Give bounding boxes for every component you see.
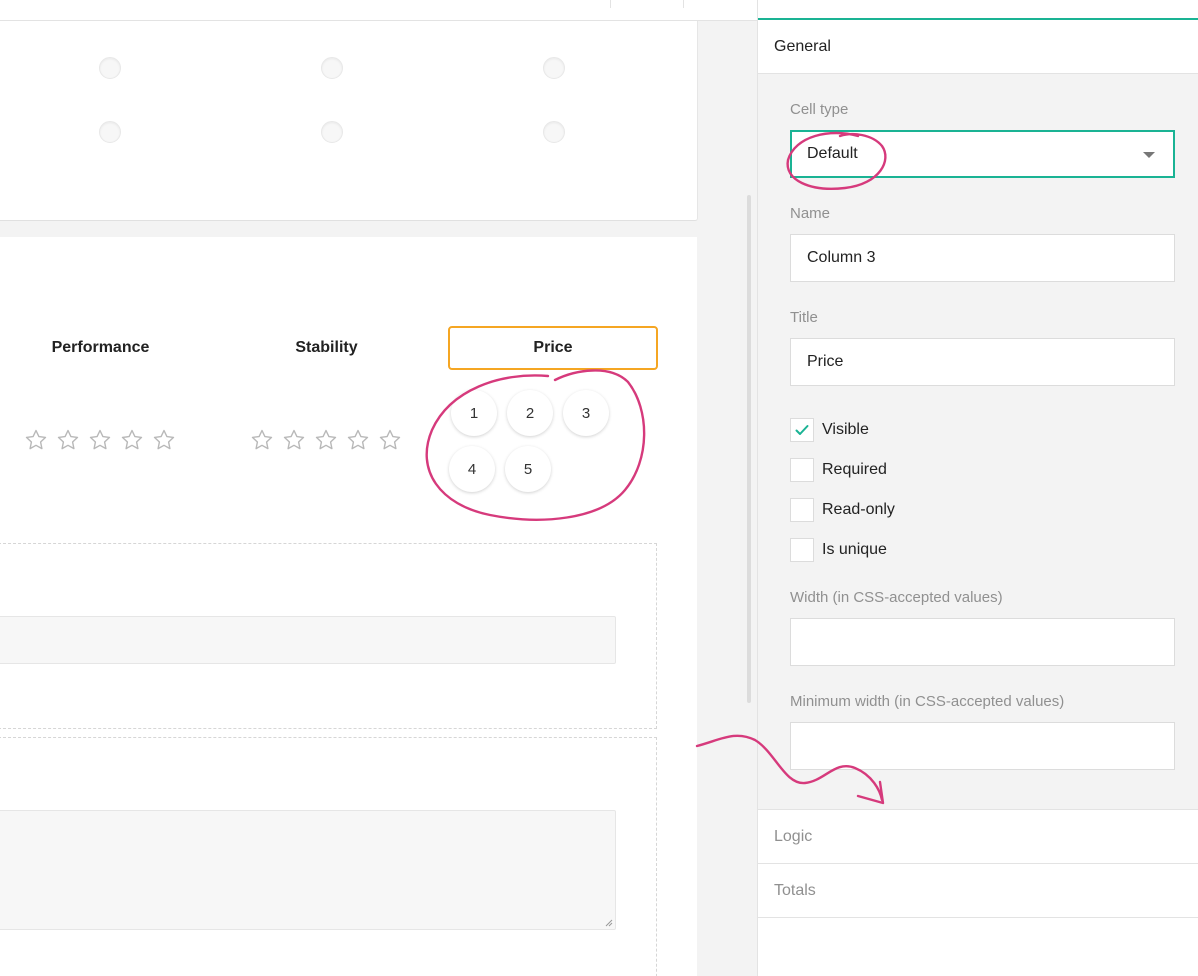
rating-item-2[interactable]: 2 — [507, 390, 553, 436]
chevron-down-icon[interactable] — [1143, 152, 1155, 158]
matrix-radio[interactable] — [321, 121, 343, 143]
visible-checkbox-row[interactable]: Visible — [790, 418, 869, 442]
section-totals-header[interactable]: Totals — [758, 864, 1198, 918]
width-label: Width (in CSS-accepted values) — [790, 589, 1003, 606]
star-icon[interactable] — [250, 428, 274, 452]
rating-item-4[interactable]: 4 — [449, 446, 495, 492]
check-icon — [795, 425, 809, 435]
section-general-title: General — [774, 37, 831, 55]
title-input[interactable]: Price — [790, 338, 1175, 386]
star-icon[interactable] — [56, 428, 80, 452]
cell-type-label: Cell type — [790, 101, 849, 118]
rating-item-1[interactable]: 1 — [451, 390, 497, 436]
toolbar-separator — [610, 0, 611, 8]
column-header-price-selected[interactable]: Price — [448, 326, 658, 370]
star-icon[interactable] — [88, 428, 112, 452]
rating-stars-performance — [24, 428, 176, 452]
text-question-input[interactable] — [0, 616, 616, 664]
required-label: Required — [822, 461, 887, 478]
column-header-performance[interactable]: Performance — [0, 326, 201, 370]
cell-type-dropdown[interactable]: Default — [790, 130, 1175, 178]
matrix-radio[interactable] — [321, 57, 343, 79]
rating-stars-stability — [250, 428, 402, 452]
read-only-checkbox-row[interactable]: Read-only — [790, 498, 895, 522]
matrix-radio[interactable] — [99, 57, 121, 79]
rating-item-5[interactable]: 5 — [505, 446, 551, 492]
visible-label: Visible — [822, 421, 869, 438]
width-input[interactable] — [790, 618, 1175, 666]
title-value: Price — [807, 353, 844, 370]
column-header-stability[interactable]: Stability — [226, 326, 427, 370]
is-unique-label: Is unique — [822, 541, 887, 558]
title-label: Title — [790, 309, 818, 326]
star-icon[interactable] — [314, 428, 338, 452]
visible-checkbox[interactable] — [790, 418, 814, 442]
required-checkbox[interactable] — [790, 458, 814, 482]
resize-handle-icon[interactable] — [605, 919, 613, 927]
min-width-input[interactable] — [790, 722, 1175, 770]
star-icon[interactable] — [120, 428, 144, 452]
property-grid-panel: General Cell type Default Name Column 3 … — [757, 0, 1198, 976]
name-input[interactable]: Column 3 — [790, 234, 1175, 282]
star-icon[interactable] — [282, 428, 306, 452]
toolbar-separator — [683, 0, 684, 8]
star-icon[interactable] — [152, 428, 176, 452]
comment-question-textarea[interactable] — [0, 810, 616, 930]
is-unique-checkbox[interactable] — [790, 538, 814, 562]
design-canvas: Performance Stability Price 1 2 3 4 5 — [0, 0, 757, 976]
star-icon[interactable] — [346, 428, 370, 452]
rating-item-3[interactable]: 3 — [563, 390, 609, 436]
section-totals-title: Totals — [774, 881, 816, 899]
min-width-label: Minimum width (in CSS-accepted values) — [790, 693, 1065, 710]
canvas-scrollbar[interactable] — [747, 195, 751, 703]
name-value: Column 3 — [807, 249, 876, 266]
section-general-body: Cell type Default Name Column 3 Title Pr… — [758, 74, 1198, 810]
is-unique-checkbox-row[interactable]: Is unique — [790, 538, 887, 562]
matrix-radio[interactable] — [543, 121, 565, 143]
matrix-radio[interactable] — [99, 121, 121, 143]
star-icon[interactable] — [24, 428, 48, 452]
star-icon[interactable] — [378, 428, 402, 452]
read-only-label: Read-only — [822, 501, 895, 518]
canvas-toolbar — [0, 0, 757, 21]
section-logic-header[interactable]: Logic — [758, 810, 1198, 864]
read-only-checkbox[interactable] — [790, 498, 814, 522]
name-label: Name — [790, 205, 831, 222]
section-logic-title: Logic — [774, 827, 813, 845]
cell-type-value: Default — [807, 145, 858, 162]
section-general-header[interactable]: General — [758, 20, 1198, 74]
previous-question-card — [0, 21, 698, 221]
matrix-radio[interactable] — [543, 57, 565, 79]
required-checkbox-row[interactable]: Required — [790, 458, 887, 482]
